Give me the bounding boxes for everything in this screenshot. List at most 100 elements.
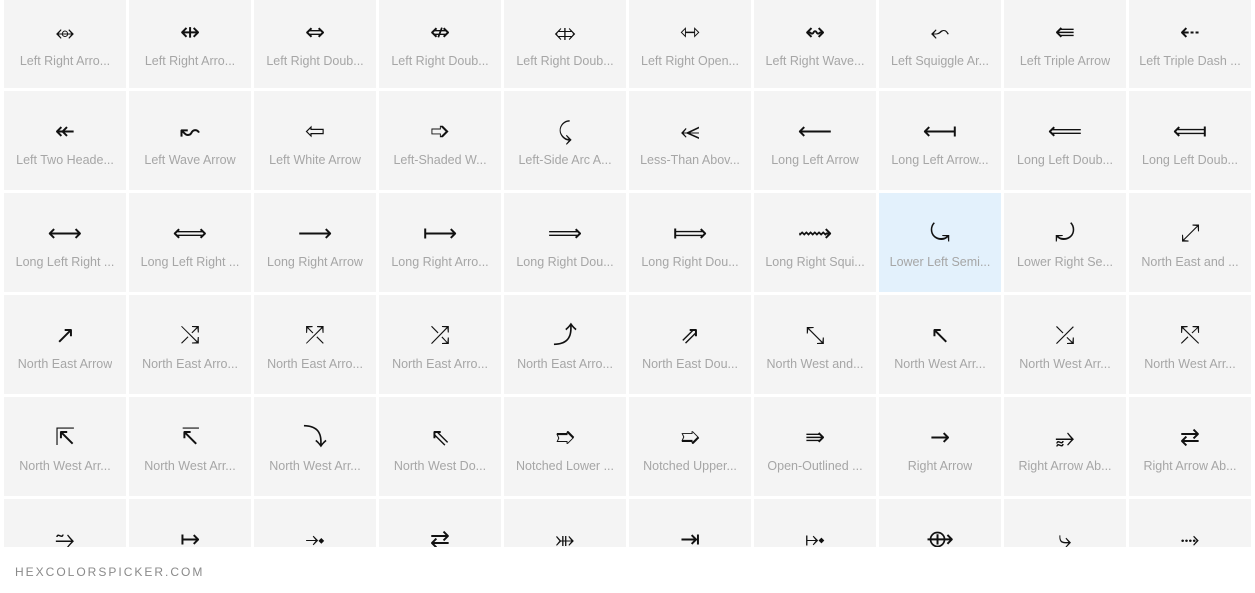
symbol-card[interactable]: ⤱ North East Arro... — [254, 295, 376, 394]
arrow-symbol-icon: ⇿ — [679, 18, 701, 46]
symbol-card[interactable]: ⇚ Left Triple Arrow — [1004, 0, 1126, 88]
symbol-card[interactable]: ⇿ Left Right Open... — [629, 0, 751, 88]
symbol-card[interactable]: ⟿ Long Right Squi... — [754, 193, 876, 292]
symbol-card[interactable]: ⟻ Long Left Arrow... — [879, 91, 1001, 190]
symbol-card[interactable]: ➱ Notched Lower ... — [504, 397, 626, 496]
symbol-card[interactable]: ⥈ Left Right Arro... — [4, 0, 126, 88]
symbol-card[interactable]: ⇱ North West Arr... — [4, 397, 126, 496]
symbol-name-label: Left Right Doub... — [516, 54, 614, 68]
arrow-symbol-icon: ⤞ — [305, 525, 325, 547]
arrow-symbol-icon: ⇖ — [429, 423, 451, 451]
symbol-card[interactable]: ↸ North West Arr... — [129, 397, 251, 496]
symbol-card[interactable]: ↜ Left Wave Arrow — [129, 91, 251, 190]
symbol-name-label: Left-Side Arc A... — [518, 153, 612, 167]
symbol-card[interactable]: ⟽ Long Left Doub... — [1129, 91, 1251, 190]
symbol-card[interactable]: ↭ Left Right Wave... — [754, 0, 876, 88]
symbol-card[interactable]: ⟴ — [879, 499, 1001, 547]
symbol-card[interactable]: ⇔ Left Right Doub... — [254, 0, 376, 88]
symbol-name-label: Long Left Right ... — [140, 255, 240, 269]
symbol-card[interactable]: ⟼ Long Right Arro... — [379, 193, 501, 292]
symbol-card[interactable]: ⤠ — [754, 499, 876, 547]
symbol-name-label: Left White Arrow — [269, 153, 361, 167]
symbol-card[interactable]: ⇠ Left Triple Dash ... — [1129, 0, 1251, 88]
symbol-card[interactable]: ⥵ Right Arrow Ab... — [1004, 397, 1126, 496]
symbol-card[interactable]: ↞ Left Two Heade... — [4, 91, 126, 190]
symbol-card[interactable]: ⇹ Left Right Arro... — [129, 0, 251, 88]
symbol-card[interactable]: ⤷ — [1004, 499, 1126, 547]
symbol-card[interactable]: ⇖ North West Do... — [379, 397, 501, 496]
symbol-card[interactable]: ⤾ Lower Right Se... — [1004, 193, 1126, 292]
symbol-card[interactable]: ⤴ North East Arro... — [504, 295, 626, 394]
symbol-card[interactable]: ⟾ Long Right Dou... — [629, 193, 751, 292]
arrow-symbol-icon: ⤿ — [930, 219, 950, 247]
arrow-symbol-icon: ⤵ — [303, 423, 327, 451]
symbol-card[interactable]: ⤞ — [254, 499, 376, 547]
symbol-name-label: Right Arrow — [907, 459, 973, 473]
symbol-name-label: North West Arr... — [144, 459, 236, 473]
arrow-symbol-icon: ⟷ — [47, 219, 83, 247]
symbol-name-label: North West Arr... — [1144, 357, 1236, 371]
arrow-symbol-icon: ⤱ — [305, 321, 325, 349]
symbol-card[interactable]: ➩ Left-Shaded W... — [379, 91, 501, 190]
symbol-card[interactable]: → Right Arrow — [879, 397, 1001, 496]
symbol-name-label: Left Right Doub... — [266, 54, 364, 68]
symbol-card[interactable]: ⤹ Left-Side Arc A... — [504, 91, 626, 190]
symbol-card[interactable]: ⇄ — [379, 499, 501, 547]
symbol-card[interactable]: ⬿ Left Squiggle Ar... — [879, 0, 1001, 88]
symbol-card[interactable]: ⇥ — [629, 499, 751, 547]
symbol-card[interactable]: ➯ Notched Upper... — [629, 397, 751, 496]
arrow-symbol-icon: ⇄ — [1179, 423, 1201, 451]
symbol-card[interactable]: ⇛ Open-Outlined ... — [754, 397, 876, 496]
symbol-name-label: Long Right Dou... — [641, 255, 739, 269]
symbol-name-label: Open-Outlined ... — [767, 459, 863, 473]
symbol-name-label: Left Right Open... — [641, 54, 739, 68]
symbol-card[interactable]: ↦ — [129, 499, 251, 547]
symbol-card[interactable]: ↗ North East Arrow — [4, 295, 126, 394]
symbol-card[interactable]: ⟺ Long Left Right ... — [129, 193, 251, 292]
symbol-name-label: Notched Lower ... — [516, 459, 614, 473]
arrow-symbol-icon: ⤑ — [1180, 525, 1200, 547]
arrow-symbol-icon: ⟼ — [422, 219, 458, 247]
symbol-card[interactable]: ⇗ North East Dou... — [629, 295, 751, 394]
arrow-symbol-icon: ⤄ — [554, 18, 576, 46]
symbol-card[interactable]: ⤑ — [1129, 499, 1251, 547]
symbol-card[interactable]: ⟹ Long Right Dou... — [504, 193, 626, 292]
symbol-card[interactable]: ⤢ North East and ... — [1129, 193, 1251, 292]
arrow-symbol-icon: ⟶ — [297, 219, 333, 247]
symbol-card[interactable]: ⤭ North East Arro... — [129, 295, 251, 394]
symbol-card[interactable]: ⤵ North West Arr... — [254, 397, 376, 496]
symbol-card[interactable]: ⤿ Lower Left Semi... — [879, 193, 1001, 292]
arrow-symbol-icon: ↭ — [804, 18, 826, 46]
arrow-symbol-icon: ↖ — [929, 321, 951, 349]
arrow-symbol-icon: ⇛ — [804, 423, 826, 451]
symbol-card[interactable]: ⟷ Long Left Right ... — [4, 193, 126, 292]
symbol-name-label: Long Left Arrow... — [891, 153, 989, 167]
symbol-card[interactable]: ⤡ North West and... — [754, 295, 876, 394]
symbol-card[interactable]: ⤄ Left Right Doub... — [504, 0, 626, 88]
symbol-card[interactable]: ⤮ North East Arro... — [379, 295, 501, 394]
arrow-symbol-icon: ⤰ — [1055, 321, 1075, 349]
symbol-card[interactable]: ⟶ Long Right Arrow — [254, 193, 376, 292]
symbol-name-label: Left Wave Arrow — [144, 153, 236, 167]
arrow-symbol-icon: ⇗ — [679, 321, 701, 349]
symbol-card[interactable]: ↖ North West Arr... — [879, 295, 1001, 394]
symbol-card[interactable]: ⇄ Right Arrow Ab... — [1129, 397, 1251, 496]
arrow-symbol-grid: ⥈ Left Right Arro... ⇹ Left Right Arro... ⇔ L… — [4, 0, 1255, 547]
symbol-card[interactable]: ⤰ North West Arr... — [1004, 295, 1126, 394]
symbol-card[interactable]: ⥲ — [4, 499, 126, 547]
arrow-symbol-icon: ⥲ — [55, 525, 75, 547]
arrow-symbol-icon: ⤭ — [180, 321, 200, 349]
symbol-card[interactable]: ⤲ North West Arr... — [1129, 295, 1251, 394]
symbol-name-label: Notched Upper... — [643, 459, 737, 473]
arrow-symbol-icon: ⥷ — [680, 117, 700, 145]
symbol-card[interactable]: ⟵ Long Left Arrow — [754, 91, 876, 190]
arrow-symbol-grid-viewport[interactable]: ⥈ Left Right Arro... ⇹ Left Right Arro... ⇔ L… — [4, 0, 1255, 547]
symbol-card[interactable]: ⇦ Left White Arrow — [254, 91, 376, 190]
symbol-card[interactable]: ⇎ Left Right Doub... — [379, 0, 501, 88]
symbol-name-label: Left Triple Arrow — [1019, 54, 1111, 68]
symbol-card[interactable]: ⥷ Less-Than Abov... — [629, 91, 751, 190]
arrow-symbol-icon: ⟹ — [547, 219, 583, 247]
site-brand-footer[interactable]: HEXCOLORSPICKER.COM — [15, 565, 204, 579]
symbol-card[interactable]: ⟸ Long Left Doub... — [1004, 91, 1126, 190]
symbol-card[interactable]: ⤕ — [504, 499, 626, 547]
